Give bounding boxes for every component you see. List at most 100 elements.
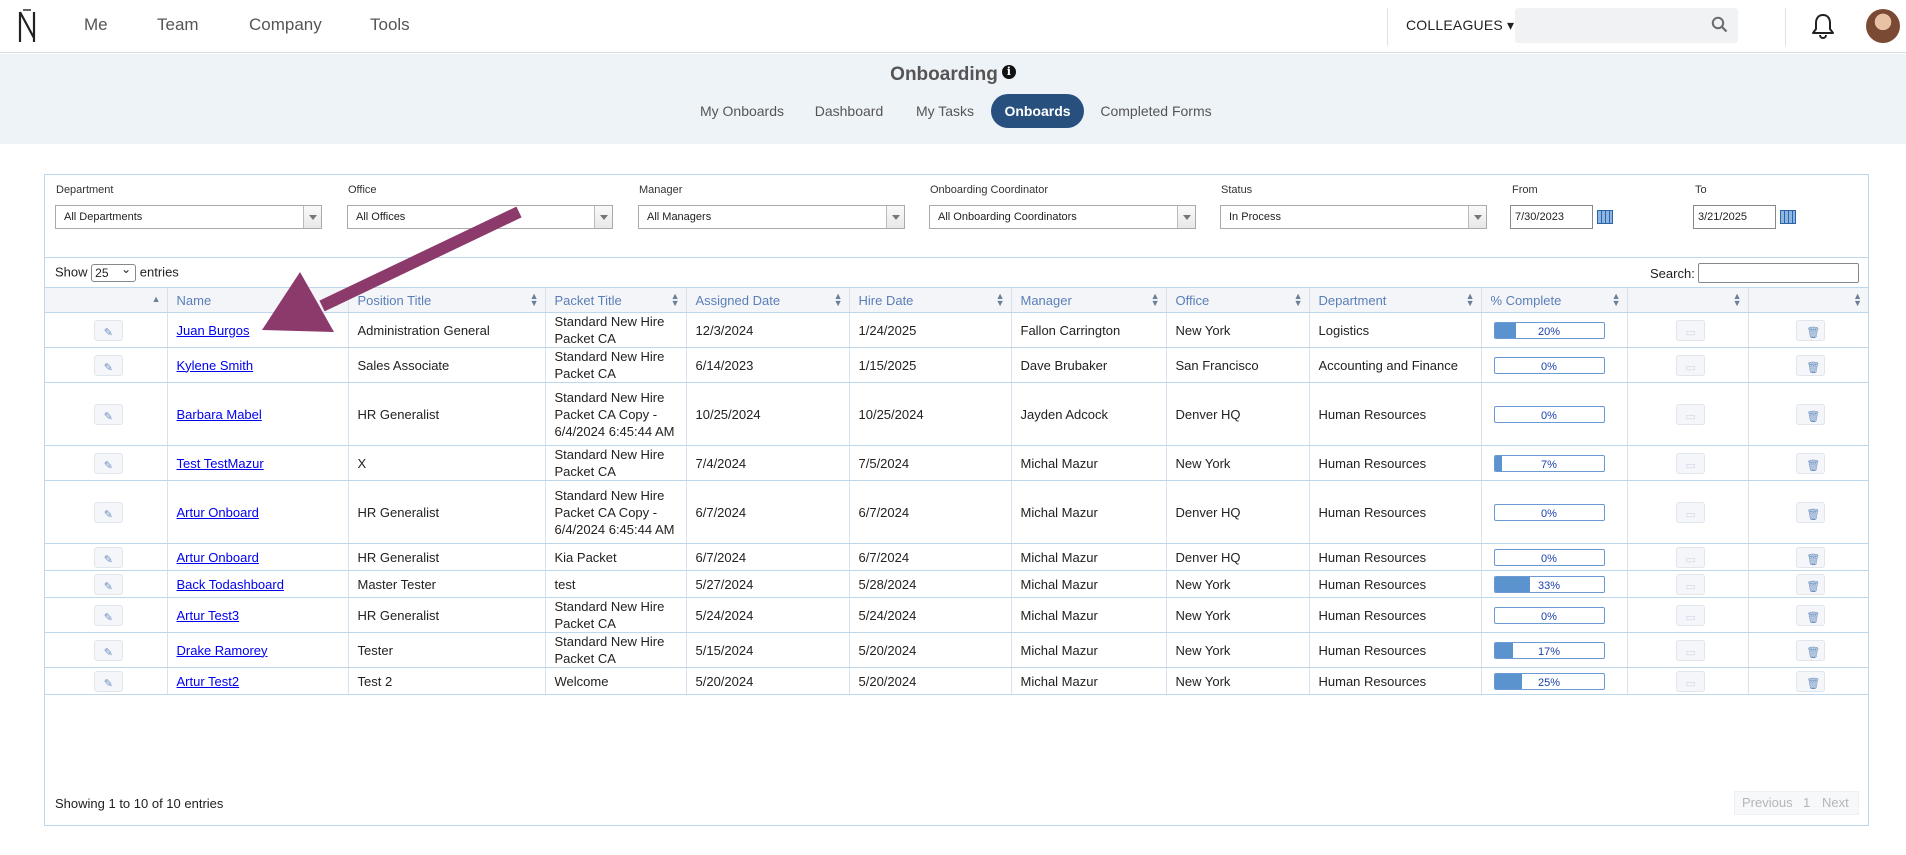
employee-name-link[interactable]: Barbara Mabel xyxy=(177,407,262,422)
column-header[interactable]: Department ▲ ▼ xyxy=(1308,287,1481,313)
edit-button[interactable]: ✎ xyxy=(93,573,123,595)
column-header[interactable]: ▲ ▼ xyxy=(1747,287,1868,313)
archive-button[interactable]: ▭ xyxy=(1675,604,1705,626)
edit-button[interactable]: ✎ xyxy=(93,639,123,661)
from-date-input[interactable]: 7/30/2023 xyxy=(1510,205,1593,229)
employee-name-link[interactable]: Artur Test2 xyxy=(177,674,240,689)
employee-name-link[interactable]: Artur Onboard xyxy=(177,550,259,565)
chevron-down-icon[interactable] xyxy=(1468,206,1486,228)
page-size-select[interactable]: 25 xyxy=(91,261,137,282)
global-search-input[interactable] xyxy=(1515,8,1738,43)
edit-button[interactable]: ✎ xyxy=(93,546,123,568)
edit-button[interactable]: ✎ xyxy=(93,501,123,523)
sort-icon[interactable]: ▲ ▼ xyxy=(530,292,539,308)
delete-button[interactable]: 🗑 xyxy=(1796,452,1826,474)
column-header[interactable]: Office ▲ ▼ xyxy=(1165,287,1309,313)
tab-dashboard[interactable]: Dashboard xyxy=(806,94,892,128)
calendar-icon[interactable] xyxy=(1597,210,1613,224)
coordinator-select[interactable]: All Onboarding Coordinators xyxy=(929,205,1196,229)
sort-icon[interactable]: ▲ ▼ xyxy=(333,292,342,308)
column-header[interactable]: Assigned Date ▲ ▼ xyxy=(685,287,849,313)
archive-button[interactable]: ▭ xyxy=(1675,501,1705,523)
employee-name-link[interactable]: Kylene Smith xyxy=(177,358,254,373)
chevron-down-icon[interactable] xyxy=(1177,206,1195,228)
sort-icon[interactable]: ▲ ▼ xyxy=(1853,292,1862,308)
chevron-down-icon[interactable] xyxy=(594,206,612,228)
archive-button[interactable]: ▭ xyxy=(1675,670,1705,692)
archive-button[interactable]: ▭ xyxy=(1675,452,1705,474)
delete-button[interactable]: 🗑 xyxy=(1796,573,1826,595)
colleagues-dropdown[interactable]: COLLEAGUES ▾ xyxy=(1406,17,1514,34)
position-cell: HR Generalist xyxy=(347,597,545,633)
employee-name-link[interactable]: Drake Ramorey xyxy=(177,643,268,658)
column-header[interactable]: Manager ▲ ▼ xyxy=(1010,287,1166,313)
archive-button[interactable]: ▭ xyxy=(1675,319,1705,341)
user-avatar[interactable] xyxy=(1866,9,1900,43)
company-logo[interactable] xyxy=(17,8,39,44)
delete-button[interactable]: 🗑 xyxy=(1796,639,1826,661)
sort-icon[interactable]: ▲ ▼ xyxy=(1294,292,1303,308)
chevron-down-icon[interactable] xyxy=(886,206,904,228)
next-button[interactable]: Next xyxy=(1822,792,1849,814)
delete-button[interactable]: 🗑 xyxy=(1796,403,1826,425)
nav-tools[interactable]: Tools xyxy=(370,15,410,35)
employee-name-link[interactable]: Juan Burgos xyxy=(177,323,250,338)
employee-name-link[interactable]: Back Todashboard xyxy=(177,577,284,592)
sort-icon[interactable]: ▲ ▼ xyxy=(1612,292,1621,308)
to-date-input[interactable]: 3/21/2025 xyxy=(1693,205,1776,229)
calendar-icon[interactable] xyxy=(1780,210,1796,224)
notifications-bell-icon[interactable] xyxy=(1810,12,1836,40)
page-1-button[interactable]: 1 xyxy=(1803,792,1810,814)
column-header[interactable]: Hire Date ▲ ▼ xyxy=(848,287,1011,313)
sort-icon[interactable]: ▲ ▼ xyxy=(1151,292,1160,308)
table-search-input[interactable] xyxy=(1698,263,1859,283)
sort-icon[interactable]: ▲ ▼ xyxy=(996,292,1005,308)
tab-onboards[interactable]: Onboards xyxy=(991,94,1084,128)
tab-my-onboards[interactable]: My Onboards xyxy=(688,94,796,128)
delete-button[interactable]: 🗑 xyxy=(1796,354,1826,376)
delete-button[interactable]: 🗑 xyxy=(1796,670,1826,692)
chevron-down-icon[interactable] xyxy=(303,206,321,228)
office-select[interactable]: All Offices xyxy=(347,205,613,229)
sort-icon[interactable]: ▲ ▼ xyxy=(1466,292,1475,308)
edit-button[interactable]: ✎ xyxy=(93,452,123,474)
edit-button[interactable]: ✎ xyxy=(93,670,123,692)
sort-asc-icon[interactable]: ▲ xyxy=(152,295,161,304)
archive-button[interactable]: ▭ xyxy=(1675,354,1705,376)
archive-button[interactable]: ▭ xyxy=(1675,403,1705,425)
manager-select[interactable]: All Managers xyxy=(638,205,905,229)
nav-company[interactable]: Company xyxy=(249,15,322,35)
delete-button[interactable]: 🗑 xyxy=(1796,501,1826,523)
delete-button[interactable]: 🗑 xyxy=(1796,546,1826,568)
column-header[interactable]: Name ▲ ▼ xyxy=(166,287,348,313)
tab-my-tasks[interactable]: My Tasks xyxy=(907,94,983,128)
delete-button[interactable]: 🗑 xyxy=(1796,319,1826,341)
tab-completed-forms[interactable]: Completed Forms xyxy=(1094,94,1218,128)
edit-button[interactable]: ✎ xyxy=(93,604,123,626)
employee-name-link[interactable]: Test TestMazur xyxy=(177,456,264,471)
edit-button[interactable]: ✎ xyxy=(93,354,123,376)
column-header[interactable]: Packet Title ▲ ▼ xyxy=(544,287,686,313)
edit-button[interactable]: ✎ xyxy=(93,319,123,341)
previous-button[interactable]: Previous xyxy=(1742,792,1793,814)
nav-me[interactable]: Me xyxy=(84,15,108,35)
archive-button[interactable]: ▭ xyxy=(1675,639,1705,661)
sort-icon[interactable]: ▲ ▼ xyxy=(834,292,843,308)
column-header[interactable]: Position Title ▲ ▼ xyxy=(347,287,545,313)
search-icon[interactable] xyxy=(1711,16,1728,33)
employee-name-link[interactable]: Artur Onboard xyxy=(177,505,259,520)
edit-button[interactable]: ✎ xyxy=(93,403,123,425)
delete-button[interactable]: 🗑 xyxy=(1796,604,1826,626)
archive-button[interactable]: ▭ xyxy=(1675,546,1705,568)
column-header[interactable]: ▲ ▼ xyxy=(1626,287,1748,313)
column-header[interactable]: ▲ xyxy=(45,287,167,313)
column-header[interactable]: % Complete ▲ ▼ xyxy=(1480,287,1627,313)
department-select[interactable]: All Departments xyxy=(55,205,322,229)
nav-team[interactable]: Team xyxy=(157,15,199,35)
sort-icon[interactable]: ▲ ▼ xyxy=(1733,292,1742,308)
sort-icon[interactable]: ▲ ▼ xyxy=(671,292,680,308)
status-select[interactable]: In Process xyxy=(1220,205,1487,229)
employee-name-link[interactable]: Artur Test3 xyxy=(177,608,240,623)
archive-button[interactable]: ▭ xyxy=(1675,573,1705,595)
info-icon[interactable]: i xyxy=(1001,65,1016,79)
